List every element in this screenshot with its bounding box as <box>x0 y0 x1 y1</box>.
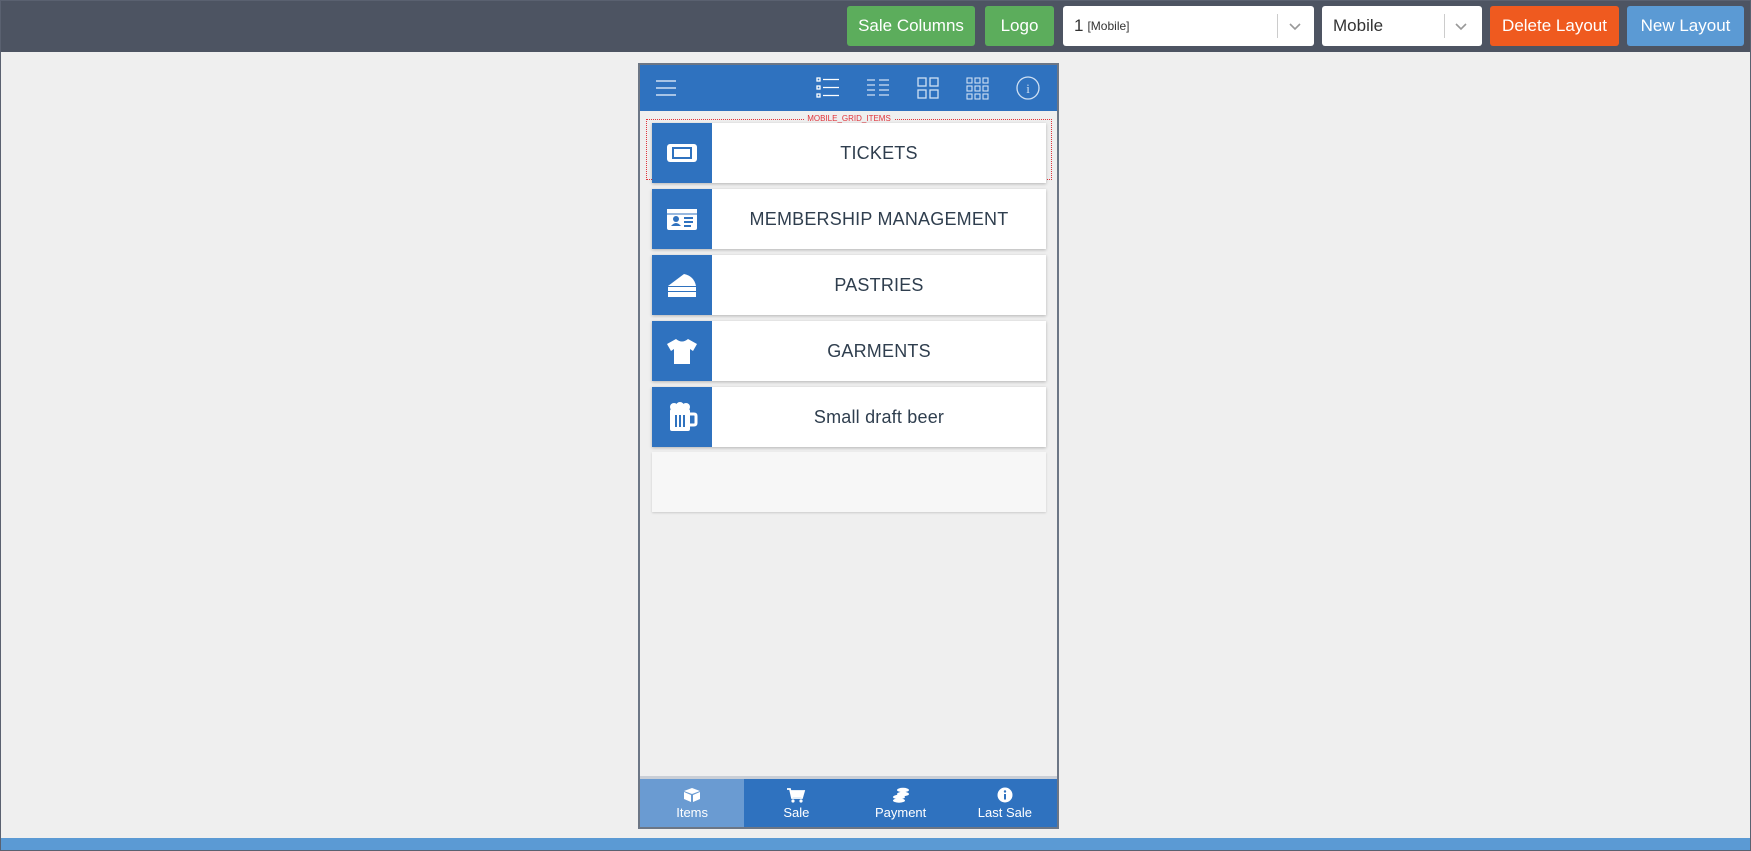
tab-label: Payment <box>874 804 927 820</box>
top-toolbar: Sale Columns Logo 1 [Mobile] Mobile Dele… <box>1 1 1750 52</box>
menu-icon[interactable] <box>653 75 679 101</box>
grid-small-icon[interactable] <box>965 75 991 101</box>
chevron-down-icon <box>1455 23 1467 31</box>
tab-label: Sale <box>783 804 810 820</box>
select-separator <box>1277 14 1278 38</box>
tab-items[interactable]: Items <box>640 779 745 827</box>
item-tile[interactable]: PASTRIES <box>652 255 1046 315</box>
id-card-icon <box>652 189 712 249</box>
tab-payment[interactable]: Payment <box>849 779 953 827</box>
item-label: TICKETS <box>840 142 918 163</box>
new-layout-button[interactable]: New Layout <box>1627 6 1744 46</box>
list-detail-icon[interactable] <box>815 75 841 101</box>
item-tile[interactable]: Small draft beer <box>652 387 1046 447</box>
bottom-tab-bar: Items Sale Payment Last Sale <box>640 776 1057 827</box>
info-icon[interactable]: i <box>1015 75 1041 101</box>
bottom-status-bar <box>1 838 1750 850</box>
ticket-icon <box>652 123 712 183</box>
layout-select-value: 1 <box>1074 16 1084 35</box>
sale-columns-button[interactable]: Sale Columns <box>847 6 975 46</box>
coins-icon <box>892 787 909 803</box>
grid-tag-label: MOBILE_GRID_ITEMS <box>804 114 894 123</box>
svg-text:i: i <box>1026 81 1030 96</box>
tab-label: Items <box>676 804 709 820</box>
tab-last-sale[interactable]: Last Sale <box>953 779 1057 827</box>
beer-mug-icon <box>652 387 712 447</box>
box-icon <box>684 787 701 802</box>
layout-select[interactable]: 1 [Mobile] <box>1063 6 1314 46</box>
mobile-header: i <box>640 65 1057 111</box>
chevron-down-icon <box>1289 23 1301 31</box>
tab-label: Last Sale <box>977 804 1032 820</box>
list-compact-icon[interactable] <box>865 75 891 101</box>
cake-icon <box>652 255 712 315</box>
tab-sale[interactable]: Sale <box>744 779 848 827</box>
tshirt-icon <box>652 321 712 381</box>
info-icon <box>997 787 1013 802</box>
item-label: GARMENTS <box>827 340 931 361</box>
mobile-preview: i MOBILE_GRID_ITEMS TICKETS MEMBERSHIP M… <box>638 63 1059 829</box>
empty-item-slot[interactable] <box>652 452 1046 512</box>
item-tile[interactable]: GARMENTS <box>652 321 1046 381</box>
item-tile[interactable]: MEMBERSHIP MANAGEMENT <box>652 189 1046 249</box>
cart-icon <box>787 787 806 803</box>
grid-large-icon[interactable] <box>915 75 941 101</box>
delete-layout-button[interactable]: Delete Layout <box>1490 6 1619 46</box>
item-tile[interactable]: TICKETS <box>652 123 1046 183</box>
item-label: Small draft beer <box>813 406 945 427</box>
device-select-value: Mobile <box>1333 16 1384 35</box>
item-label: PASTRIES <box>834 274 924 295</box>
layout-select-suffix: [Mobile] <box>1087 19 1130 33</box>
logo-button[interactable]: Logo <box>985 6 1054 46</box>
select-separator <box>1444 14 1445 38</box>
device-select[interactable]: Mobile <box>1322 6 1482 46</box>
item-label: MEMBERSHIP MANAGEMENT <box>749 208 1009 229</box>
